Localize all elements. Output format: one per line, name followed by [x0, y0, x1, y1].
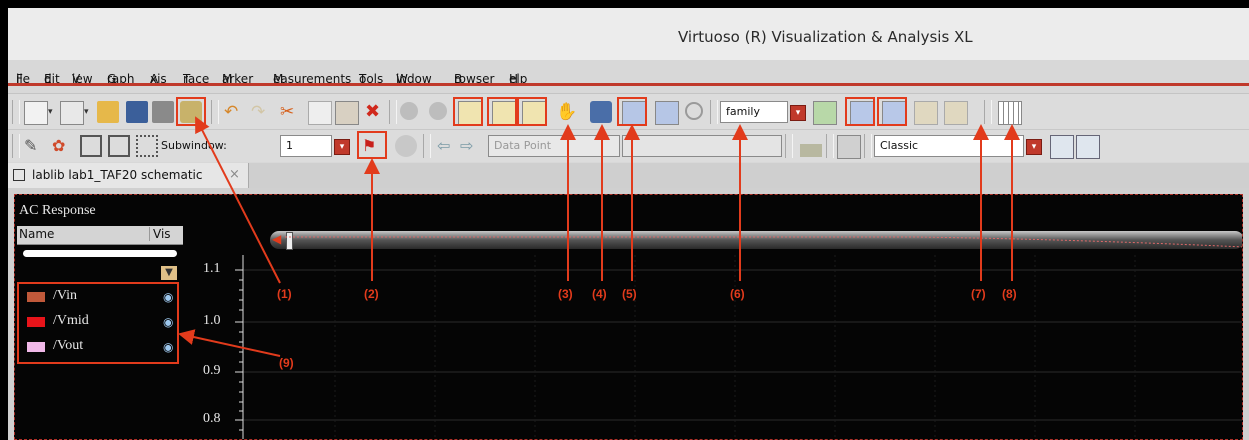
schematic-icon	[13, 169, 25, 181]
toolbar-separator	[826, 134, 834, 158]
subwindow-label: Subwindow:	[161, 139, 227, 152]
dropdown-arrow-icon[interactable]: ▾	[84, 101, 92, 123]
calculator-icon[interactable]	[837, 135, 861, 159]
remove-window-icon[interactable]	[1076, 135, 1100, 159]
secondary-toolbar: ✎ ✿ Subwindow: 1 ▾ ⚑ ⇦ ⇨ Data Point Clas…	[8, 129, 1249, 162]
save-icon[interactable]	[126, 101, 148, 123]
plot-frame: AC Response Name Vis ▼ /Vin ◉ /Vmid ◉ /V…	[8, 188, 1249, 440]
annotation-label-7: (7)	[971, 287, 986, 301]
highlight-box	[617, 97, 647, 126]
undo-icon[interactable]: ↶	[224, 101, 246, 123]
bar-chart-icon[interactable]	[800, 135, 822, 157]
graph-window[interactable]: AC Response Name Vis ▼ /Vin ◉ /Vmid ◉ /V…	[14, 194, 1243, 440]
grid-layout-icon[interactable]	[136, 135, 158, 157]
highlight-box	[357, 131, 387, 159]
toolbar-separator	[710, 100, 718, 124]
delete-icon[interactable]: ✖	[365, 101, 387, 123]
redo-icon[interactable]: ↷	[251, 101, 273, 123]
axis-settings-icon[interactable]	[914, 101, 938, 125]
annotation-label-9: (9)	[279, 356, 294, 370]
main-toolbar: ▾ ▾ ↶ ↷ ✂ ✖ ✋ family ▾	[8, 93, 1249, 130]
back-circle-icon[interactable]	[400, 102, 418, 120]
plot-axes	[235, 236, 1242, 439]
tab-bar: lablib lab1_TAF20 schematic ×	[8, 163, 1249, 188]
highlight-box	[453, 97, 483, 126]
highlight-box	[877, 97, 907, 126]
style-combo[interactable]: Classic	[874, 135, 1024, 157]
highlight-box	[176, 97, 206, 126]
highlight-box	[487, 97, 517, 126]
application-window: Virtuoso (R) Visualization & Analysis XL…	[8, 8, 1249, 440]
toolbar-separator	[389, 100, 397, 124]
window-title: Virtuoso (R) Visualization & Analysis XL	[678, 28, 973, 46]
copy-window-icon[interactable]	[1050, 135, 1074, 159]
magnifier-icon[interactable]	[685, 102, 703, 120]
zoom-y-icon[interactable]	[655, 101, 679, 125]
forward-circle-icon[interactable]	[429, 102, 447, 120]
annotation-label-8: (8)	[1002, 287, 1017, 301]
arrow-right-icon[interactable]: ⇨	[460, 135, 482, 157]
toolbar-separator	[211, 100, 219, 124]
annotation-label-1: (1)	[277, 287, 292, 301]
menu-divider	[8, 83, 1249, 86]
copy-icon[interactable]	[308, 101, 332, 125]
paste-icon[interactable]	[335, 101, 359, 125]
arrow-left-icon[interactable]: ⇦	[437, 135, 459, 157]
subwindow-dropdown-button[interactable]: ▾	[334, 139, 350, 155]
toolbar-separator	[423, 134, 431, 158]
trace-preview	[285, 236, 1242, 248]
menu-bar: File Edit View Graph Axis Trace Marker M…	[16, 72, 528, 86]
family-combo[interactable]: family	[720, 101, 788, 123]
toolbar-grip	[12, 100, 20, 124]
pan-hand-icon[interactable]: ✋	[556, 101, 578, 123]
cut-icon[interactable]: ✂	[280, 101, 302, 123]
wand-icon[interactable]: ✎	[24, 135, 46, 157]
toolbar-grip	[12, 134, 20, 158]
axis-reset-icon[interactable]	[944, 101, 968, 125]
print-icon[interactable]	[152, 101, 174, 123]
strip-chart-icon[interactable]	[813, 101, 837, 125]
side-by-side-layout-icon[interactable]	[108, 135, 130, 157]
subwindow-combo[interactable]: 1	[280, 135, 332, 157]
stack-layout-icon[interactable]	[80, 135, 102, 157]
annotation-label-6: (6)	[730, 287, 745, 301]
dropdown-arrow-icon[interactable]: ▾	[48, 101, 56, 123]
title-bar: Virtuoso (R) Visualization & Analysis XL	[8, 8, 1249, 60]
tab-schematic[interactable]: lablib lab1_TAF20 schematic ×	[8, 163, 249, 188]
style-dropdown-button[interactable]: ▾	[1026, 139, 1042, 155]
toolbar-separator	[984, 100, 992, 124]
open-folder-icon[interactable]	[97, 101, 119, 123]
highlight-box	[845, 97, 875, 126]
new-window-icon[interactable]	[24, 101, 48, 125]
toolbar-separator	[785, 134, 793, 158]
info-bubble-icon[interactable]	[395, 135, 417, 157]
annotation-label-4: (4)	[592, 287, 607, 301]
annotation-label-5: (5)	[622, 287, 637, 301]
family-dropdown-button[interactable]: ▾	[790, 105, 806, 121]
subwindow-icon[interactable]	[60, 101, 84, 125]
grid-icon[interactable]	[998, 101, 1022, 125]
data-point-secondary-field[interactable]	[622, 135, 782, 157]
highlight-box	[517, 97, 547, 126]
data-point-field[interactable]: Data Point	[488, 135, 620, 157]
annotation-label-2: (2)	[364, 287, 379, 301]
zoom-box-icon[interactable]	[590, 101, 612, 123]
tab-close-icon[interactable]: ×	[229, 167, 240, 182]
palette-icon[interactable]: ✿	[52, 135, 74, 157]
annotation-label-3: (3)	[558, 287, 573, 301]
tab-title: lablib lab1_TAF20 schematic	[32, 168, 203, 182]
toolbar-separator	[864, 134, 872, 158]
